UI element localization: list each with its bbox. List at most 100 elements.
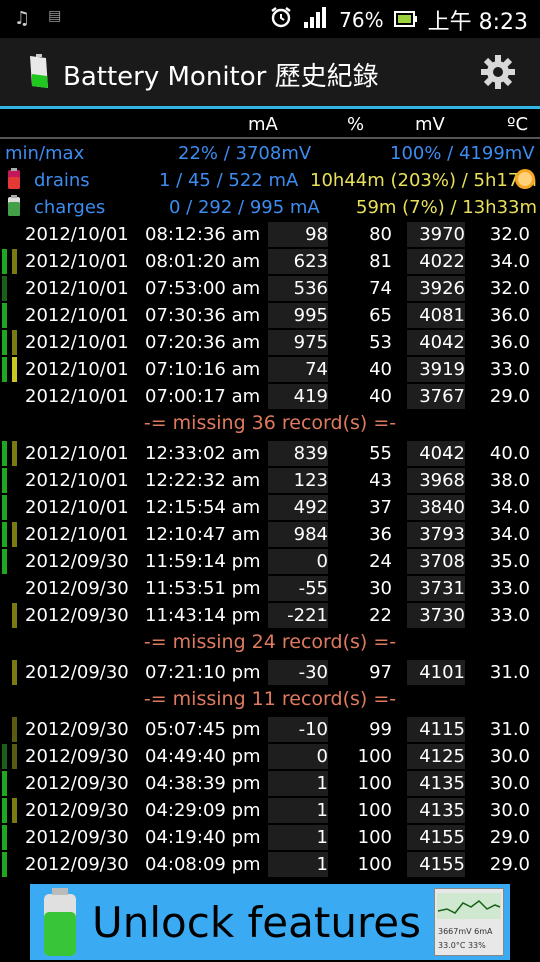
row-temperature: 29.0 [489, 827, 530, 848]
history-row[interactable]: 2012/10/01 08:01:20 am 623 81 4022 34.0 [0, 248, 540, 275]
history-row[interactable]: 2012/10/01 12:15:54 am 492 37 3840 34.0 [0, 494, 540, 521]
row-current-ma: 123 [268, 468, 328, 493]
history-row[interactable]: 2012/09/30 07:21:10 pm -30 97 4101 31.0 [0, 659, 540, 686]
row-temperature: 34.0 [489, 497, 530, 518]
history-row[interactable]: 2012/09/30 04:08:09 pm 1 100 4155 29.0 [0, 851, 540, 878]
row-voltage-mv: 3970 [407, 222, 465, 247]
status-indicator-bar [12, 522, 17, 547]
history-row[interactable]: 2012/10/01 07:00:17 am 419 40 3767 29.0 [0, 383, 540, 410]
row-current-ma: 1 [268, 852, 328, 877]
accent-divider [0, 106, 540, 109]
row-time: 07:00:17 am [145, 386, 261, 407]
app-battery-icon[interactable] [26, 54, 52, 94]
row-date: 2012/09/30 [25, 827, 129, 848]
row-date: 2012/10/01 [25, 359, 129, 380]
history-row[interactable]: 2012/10/01 07:10:16 am 74 40 3919 33.0 [0, 356, 540, 383]
row-percent: 24 [369, 551, 392, 572]
history-row[interactable]: 2012/10/01 12:33:02 am 839 55 4042 40.0 [0, 440, 540, 467]
status-indicator-bar [12, 249, 17, 274]
row-percent: 65 [369, 305, 392, 326]
unlock-features-banner[interactable]: Unlock features 3667mV 6mA 33.0°C 33% [30, 884, 510, 960]
row-voltage-mv: 3793 [407, 522, 465, 547]
row-date: 2012/09/30 [25, 578, 129, 599]
row-temperature: 34.0 [489, 251, 530, 272]
minmax-row: min/max 22% / 3708mV 100% / 4199mV [0, 140, 540, 167]
history-row[interactable]: 2012/10/01 08:12:36 am 98 80 3970 32.0 [0, 221, 540, 248]
unlock-features-text: Unlock features [92, 898, 422, 947]
charges-time: 59m (7%) / 13h33m [356, 197, 538, 218]
history-row[interactable]: 2012/10/01 07:30:36 am 995 65 4081 36.0 [0, 302, 540, 329]
status-indicator-bar [2, 798, 7, 823]
missing-records-3: -= missing 11 record(s) =- [143, 688, 397, 710]
music-note-icon: ♫ [14, 8, 31, 29]
history-row[interactable]: 2012/09/30 04:49:40 pm 0 100 4125 30.0 [0, 743, 540, 770]
history-row[interactable]: 2012/09/30 11:43:14 pm -221 22 3730 33.0 [0, 602, 540, 629]
row-current-ma: 419 [268, 384, 328, 409]
status-indicator-bar [12, 798, 17, 823]
row-voltage-mv: 4081 [407, 303, 465, 328]
alarm-clock-icon [269, 5, 293, 35]
history-row[interactable]: 2012/10/01 12:22:32 am 123 43 3968 38.0 [0, 467, 540, 494]
row-date: 2012/10/01 [25, 278, 129, 299]
row-percent: 22 [369, 605, 392, 626]
row-temperature: 29.0 [489, 854, 530, 875]
row-time: 12:15:54 am [145, 497, 261, 518]
settings-gear-icon[interactable] [480, 54, 516, 94]
history-row[interactable]: 2012/10/01 07:53:00 am 536 74 3926 32.0 [0, 275, 540, 302]
history-row[interactable]: 2012/09/30 04:38:39 pm 1 100 4135 30.0 [0, 770, 540, 797]
sun-icon [513, 167, 537, 196]
history-row[interactable]: 2012/10/01 12:10:47 am 984 36 3793 34.0 [0, 521, 540, 548]
thumbnail-line-1: 3667mV 6mA [438, 927, 493, 936]
clock-time: 上午 8:23 [427, 10, 528, 35]
row-current-ma: 74 [268, 357, 328, 382]
status-indicator-bar [12, 717, 17, 742]
status-indicator-bar [12, 330, 17, 355]
row-date: 2012/10/01 [25, 305, 129, 326]
row-current-ma: 536 [268, 276, 328, 301]
row-date: 2012/10/01 [25, 470, 129, 491]
history-row[interactable]: 2012/09/30 11:59:14 pm 0 24 3708 35.0 [0, 548, 540, 575]
row-current-ma: 623 [268, 249, 328, 274]
row-current-ma: -221 [268, 603, 328, 628]
row-temperature: 33.0 [489, 359, 530, 380]
status-indicator-bar [2, 276, 7, 301]
column-header-ma: mA [248, 114, 278, 135]
status-indicator-bar [2, 303, 7, 328]
row-date: 2012/10/01 [25, 224, 129, 245]
row-percent: 40 [369, 359, 392, 380]
row-voltage-mv: 3730 [407, 603, 465, 628]
row-percent: 37 [369, 497, 392, 518]
history-row[interactable]: 2012/09/30 11:53:51 pm -55 30 3731 33.0 [0, 575, 540, 602]
row-date: 2012/10/01 [25, 386, 129, 407]
row-percent: 100 [357, 827, 392, 848]
drains-label: drains [34, 170, 90, 191]
min-value: 22% / 3708mV [178, 143, 312, 164]
history-row[interactable]: 2012/09/30 04:19:40 pm 1 100 4155 29.0 [0, 824, 540, 851]
history-row[interactable]: 2012/10/01 07:20:36 am 975 53 4042 36.0 [0, 329, 540, 356]
row-percent: 80 [369, 224, 392, 245]
drains-time: 10h44m (203%) / 5h17m [310, 170, 537, 191]
row-voltage-mv: 4135 [407, 771, 465, 796]
row-temperature: 33.0 [489, 578, 530, 599]
row-time: 04:38:39 pm [145, 773, 261, 794]
row-temperature: 36.0 [489, 332, 530, 353]
history-row[interactable]: 2012/09/30 05:07:45 pm -10 99 4115 31.0 [0, 716, 540, 743]
status-indicator-bar [2, 771, 7, 796]
status-indicator-bar [2, 744, 7, 769]
row-temperature: 34.0 [489, 524, 530, 545]
row-percent: 55 [369, 443, 392, 464]
row-time: 07:10:16 am [145, 359, 261, 380]
signal-strength-icon [303, 6, 329, 34]
row-date: 2012/10/01 [25, 332, 129, 353]
header-divider [0, 137, 540, 139]
row-current-ma: 0 [268, 549, 328, 574]
row-time: 07:53:00 am [145, 278, 261, 299]
row-time: 08:12:36 am [145, 224, 261, 245]
battery-percent: 76% [339, 8, 384, 32]
row-current-ma: -30 [268, 660, 328, 685]
row-voltage-mv: 4042 [407, 441, 465, 466]
row-time: 07:20:36 am [145, 332, 261, 353]
row-time: 04:29:09 pm [145, 800, 261, 821]
history-row[interactable]: 2012/09/30 04:29:09 pm 1 100 4135 30.0 [0, 797, 540, 824]
row-date: 2012/09/30 [25, 719, 129, 740]
